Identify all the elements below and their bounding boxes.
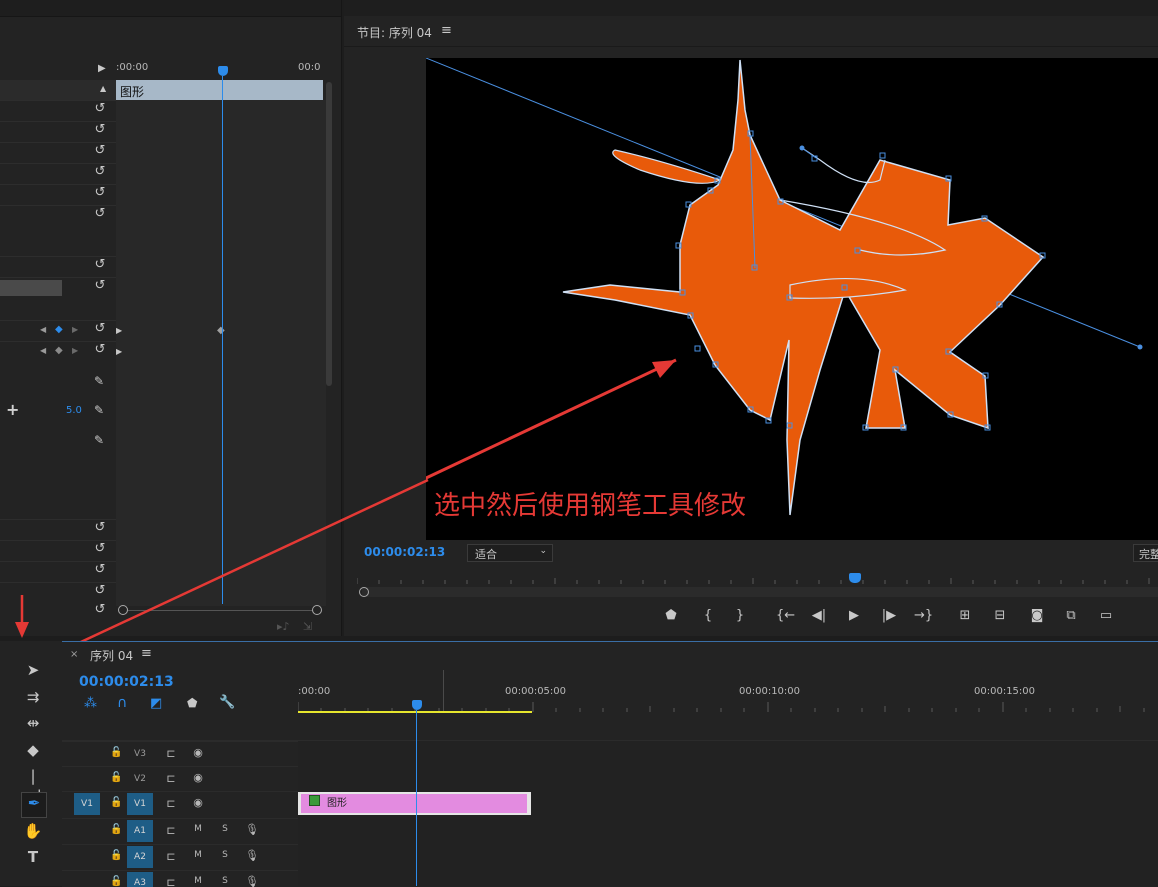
linked-selection-icon[interactable]: ◩ bbox=[150, 696, 162, 711]
sync-lock-icon[interactable]: ⊏ bbox=[164, 824, 178, 837]
lock-icon[interactable]: 🔓 bbox=[110, 824, 122, 835]
source-patch-v1[interactable]: V1 bbox=[74, 793, 100, 815]
razor-tool-icon[interactable]: ◆ bbox=[22, 740, 44, 760]
microphone-icon[interactable]: 🎙 bbox=[245, 823, 259, 836]
sync-lock-icon[interactable]: ⊏ bbox=[164, 876, 178, 887]
selection-tool-icon[interactable]: ➤ bbox=[22, 660, 44, 680]
camera-icon[interactable]: ◙ bbox=[1028, 608, 1046, 624]
track-select-tool-icon[interactable]: ⇉ bbox=[22, 687, 44, 707]
sync-lock-icon[interactable]: ⊏ bbox=[164, 797, 178, 810]
fx-badge-icon bbox=[309, 795, 320, 806]
step-forward-icon[interactable]: |▶ bbox=[880, 608, 898, 624]
chevron-down-icon: ⌄ bbox=[539, 546, 547, 556]
solo-button[interactable]: S bbox=[218, 824, 232, 834]
microphone-icon[interactable]: 🎙 bbox=[245, 875, 259, 887]
snap-icon[interactable]: ∩ bbox=[117, 695, 127, 711]
eye-icon[interactable]: ◉ bbox=[191, 771, 205, 784]
eye-icon[interactable]: ◉ bbox=[191, 796, 205, 809]
mark-in-icon[interactable]: { bbox=[699, 608, 717, 624]
quality-select-value: 完整 bbox=[1139, 548, 1158, 561]
timeline-ruler-label: :00:00 bbox=[298, 686, 331, 697]
play-icon[interactable]: ▶ bbox=[845, 608, 863, 624]
pen-tool-icon[interactable]: ✒ bbox=[21, 792, 47, 818]
track-v1[interactable]: V1 🔓 V1 ⊏ ◉ bbox=[62, 791, 298, 816]
lock-icon[interactable]: 🔓 bbox=[110, 747, 122, 758]
add-marker-icon[interactable]: ⬟ bbox=[662, 608, 680, 624]
sync-lock-icon[interactable]: ⊏ bbox=[164, 747, 178, 760]
timeline-timecode[interactable]: 00:00:02:13 bbox=[79, 674, 174, 690]
graphic-clip[interactable]: 图形 bbox=[301, 794, 527, 813]
track-v3[interactable]: 🔓 V3 ⊏ ◉ bbox=[62, 741, 298, 766]
sync-lock-icon[interactable]: ⊏ bbox=[164, 850, 178, 863]
mute-button[interactable]: M bbox=[191, 876, 205, 886]
eye-icon[interactable]: ◉ bbox=[191, 746, 205, 759]
work-area-bar[interactable] bbox=[298, 711, 532, 713]
go-to-in-icon[interactable]: {← bbox=[776, 608, 795, 624]
timeline-playhead-line bbox=[416, 710, 417, 886]
track-a1[interactable]: 🔓 A1 ⊏ M S 🎙 bbox=[62, 818, 298, 843]
track-label[interactable]: V1 bbox=[127, 793, 153, 815]
scroll-handle[interactable] bbox=[359, 587, 369, 597]
solo-button[interactable]: S bbox=[218, 876, 232, 886]
wrench-icon[interactable]: 🔧 bbox=[219, 695, 235, 710]
track-label[interactable]: A3 bbox=[127, 872, 153, 887]
program-ruler[interactable] bbox=[356, 572, 1158, 584]
timeline-playhead-handle[interactable] bbox=[412, 700, 422, 710]
lock-icon[interactable]: 🔓 bbox=[110, 850, 122, 861]
timeline-ruler-label: 00:00:10:00 bbox=[739, 686, 801, 697]
track-a3[interactable]: 🔓 A3 ⊏ M S 🎙 bbox=[62, 870, 298, 887]
timeline-ruler-label: 00:00:15:00 bbox=[974, 686, 1036, 697]
lock-icon[interactable]: 🔓 bbox=[110, 876, 122, 887]
sync-lock-icon[interactable]: ⊏ bbox=[164, 772, 178, 785]
clip-label: 图形 bbox=[327, 798, 347, 809]
slip-tool-icon[interactable]: |↔| bbox=[22, 766, 44, 805]
program-timecode[interactable]: 00:00:02:13 bbox=[364, 545, 445, 559]
tools-panel: ➤ ⇉ ⇹ ◆ |↔| ✒ ✋ T bbox=[0, 641, 63, 886]
go-to-out-icon[interactable]: →} bbox=[914, 608, 933, 624]
timeline-ruler-label: 00:00:05:00 bbox=[505, 686, 567, 697]
extract-icon[interactable]: ⊟ bbox=[991, 608, 1009, 624]
lock-icon[interactable]: 🔓 bbox=[110, 772, 122, 783]
track-a2[interactable]: 🔓 A2 ⊏ M S 🎙 bbox=[62, 844, 298, 869]
track-label[interactable]: V2 bbox=[127, 768, 153, 790]
track-label[interactable]: A2 bbox=[127, 846, 153, 868]
fit-select[interactable]: 适合 ⌄ bbox=[467, 544, 553, 562]
mute-button[interactable]: M bbox=[191, 850, 205, 860]
track-v2[interactable]: 🔓 V2 ⊏ ◉ bbox=[62, 766, 298, 791]
solo-button[interactable]: S bbox=[218, 850, 232, 860]
step-back-icon[interactable]: ◀| bbox=[810, 608, 828, 624]
quality-select[interactable]: 完整 bbox=[1133, 544, 1158, 562]
program-playhead[interactable] bbox=[849, 573, 861, 583]
fit-select-value: 适合 bbox=[475, 548, 497, 561]
safe-margins-icon[interactable]: ▭ bbox=[1097, 608, 1115, 624]
lock-icon[interactable]: 🔓 bbox=[110, 797, 122, 808]
close-tab-icon[interactable]: × bbox=[70, 649, 78, 660]
comparison-view-icon[interactable]: ⧉ bbox=[1062, 608, 1080, 624]
program-scrollbar[interactable] bbox=[362, 587, 1158, 597]
hamburger-icon[interactable]: ≡ bbox=[141, 646, 152, 661]
timeline-tab-title[interactable]: 序列 04 bbox=[90, 647, 133, 664]
track-label[interactable]: V3 bbox=[127, 743, 153, 765]
add-marker-icon[interactable]: ⬟ bbox=[187, 696, 197, 710]
microphone-icon[interactable]: 🎙 bbox=[245, 849, 259, 862]
track-label[interactable]: A1 bbox=[127, 820, 153, 842]
mute-button[interactable]: M bbox=[191, 824, 205, 834]
program-ruler-ticks bbox=[356, 578, 1150, 584]
hand-tool-icon[interactable]: ✋ bbox=[22, 821, 44, 841]
type-tool-icon[interactable]: T bbox=[22, 847, 44, 867]
nest-toggle-icon[interactable]: ⁂ bbox=[84, 696, 97, 711]
mark-out-icon[interactable]: } bbox=[731, 608, 749, 624]
down-arrowhead bbox=[15, 622, 29, 638]
ripple-edit-tool-icon[interactable]: ⇹ bbox=[22, 713, 44, 733]
lift-icon[interactable]: ⊞ bbox=[956, 608, 974, 624]
